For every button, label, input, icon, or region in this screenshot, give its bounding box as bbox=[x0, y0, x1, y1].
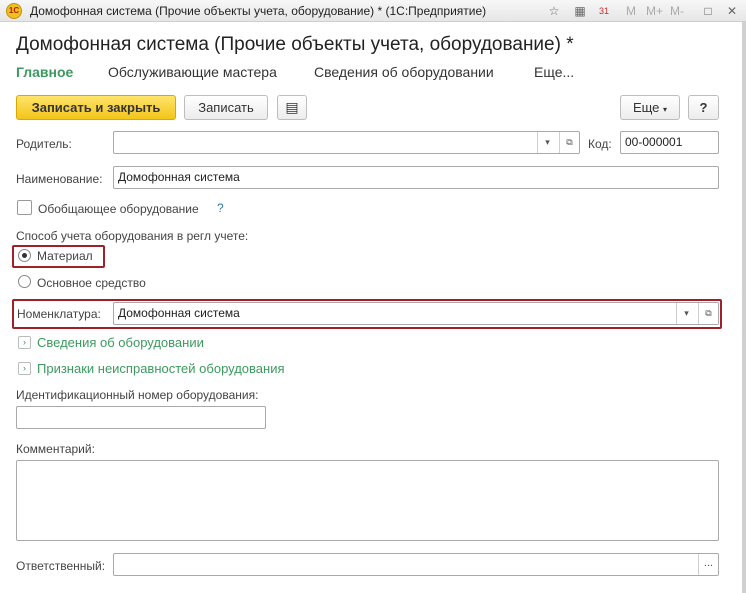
group-equipment-help-link[interactable]: ? bbox=[217, 201, 224, 215]
tab-service-masters[interactable]: Обслуживающие мастера bbox=[108, 64, 277, 80]
fixed-asset-option-label: Основное средство bbox=[37, 276, 146, 290]
comment-textarea[interactable] bbox=[16, 460, 719, 541]
parent-input[interactable]: ▾ ⧉ bbox=[113, 131, 580, 154]
form-title: Домофонная система (Прочие объекты учета… bbox=[16, 34, 574, 55]
code-label: Код: bbox=[588, 137, 612, 151]
group-equipment-checkbox[interactable] bbox=[17, 200, 32, 215]
dropdown-arrow-icon: ▾ bbox=[663, 105, 668, 114]
save-and-close-button[interactable]: Записать и закрыть bbox=[16, 95, 176, 120]
window-edge bbox=[742, 22, 746, 593]
nomenclature-value: Домофонная система bbox=[118, 306, 240, 320]
report-list-icon[interactable]: ▤ bbox=[277, 95, 307, 120]
memory-m-button[interactable]: M bbox=[626, 4, 636, 18]
more-actions-button[interactable]: Еще ▾ bbox=[620, 95, 680, 120]
nomenclature-input[interactable]: Домофонная система ▾ ⧉ bbox=[113, 302, 719, 325]
parent-label: Родитель: bbox=[16, 137, 72, 151]
comment-label: Комментарий: bbox=[16, 442, 95, 456]
id-number-input[interactable] bbox=[16, 406, 266, 429]
radio-selected-dot bbox=[22, 253, 27, 258]
nomenclature-label: Номенклатура: bbox=[17, 307, 101, 321]
name-input[interactable]: Домофонная система bbox=[113, 166, 719, 189]
app-logo-icon: 1С bbox=[6, 3, 22, 19]
window-titlebar: 1С Домофонная система (Прочие объекты уч… bbox=[0, 0, 746, 22]
close-icon[interactable]: ✕ bbox=[724, 3, 740, 19]
tab-equipment-info[interactable]: Сведения об оборудовании bbox=[314, 64, 494, 80]
nomenclature-dropdown-icon[interactable]: ▾ bbox=[676, 303, 696, 324]
nomenclature-open-icon[interactable]: ⧉ bbox=[698, 303, 718, 324]
accounting-method-label: Способ учета оборудования в регл учете: bbox=[16, 229, 249, 243]
material-radio[interactable] bbox=[18, 249, 31, 262]
save-button[interactable]: Записать bbox=[184, 95, 268, 120]
name-label: Наименование: bbox=[16, 172, 103, 186]
tab-main[interactable]: Главное bbox=[16, 64, 73, 80]
id-number-label: Идентификационный номер оборудования: bbox=[16, 388, 259, 402]
parent-open-icon[interactable]: ⧉ bbox=[559, 132, 579, 153]
expand-malfunction-icon[interactable]: › bbox=[18, 362, 31, 375]
calculator-icon[interactable]: ▦ bbox=[572, 3, 588, 19]
restore-icon[interactable]: □ bbox=[700, 3, 716, 19]
malfunction-group-title[interactable]: Признаки неисправностей оборудования bbox=[37, 361, 285, 376]
help-button[interactable]: ? bbox=[688, 95, 719, 120]
expand-equipment-info-icon[interactable]: › bbox=[18, 336, 31, 349]
favorite-star-icon[interactable]: ☆ bbox=[546, 3, 562, 19]
group-equipment-label: Обобщающее оборудование bbox=[38, 202, 199, 216]
equipment-info-group-title[interactable]: Сведения об оборудовании bbox=[37, 335, 204, 350]
tab-more[interactable]: Еще... bbox=[534, 64, 574, 80]
material-option-label: Материал bbox=[37, 249, 93, 263]
fixed-asset-radio[interactable] bbox=[18, 275, 31, 288]
calendar-icon[interactable]: 31 bbox=[596, 3, 612, 19]
parent-dropdown-icon[interactable]: ▾ bbox=[537, 132, 557, 153]
memory-mplus-button[interactable]: M+ bbox=[646, 4, 663, 18]
window-title: Домофонная система (Прочие объекты учета… bbox=[30, 4, 487, 18]
memory-mminus-button[interactable]: M- bbox=[670, 4, 684, 18]
more-actions-label: Еще bbox=[632, 100, 660, 115]
responsible-select-button[interactable]: ... bbox=[698, 554, 718, 575]
code-input[interactable]: 00-000001 bbox=[620, 131, 719, 154]
responsible-label: Ответственный: bbox=[16, 559, 106, 573]
responsible-input[interactable]: ... bbox=[113, 553, 719, 576]
